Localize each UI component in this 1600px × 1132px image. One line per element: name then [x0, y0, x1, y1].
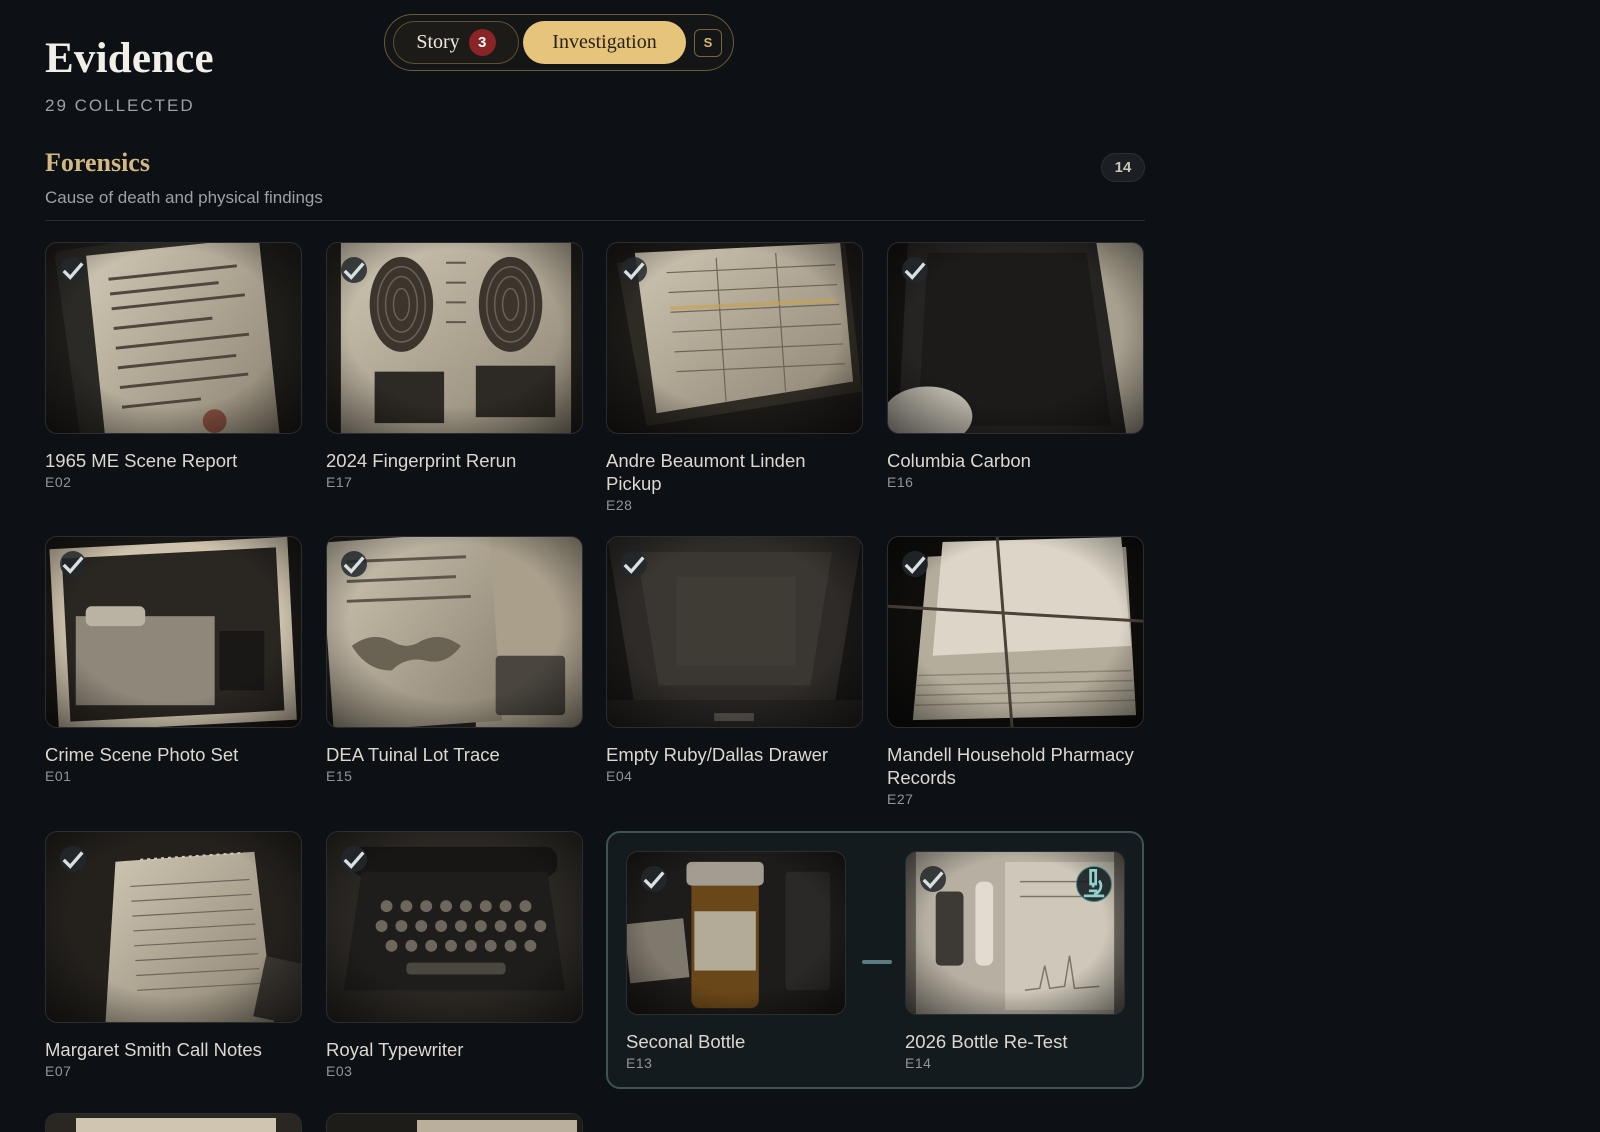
- card-title: Columbia Carbon: [887, 450, 1031, 471]
- collected-check-icon: [902, 257, 928, 283]
- card-title: 2026 Bottle Re-Test: [905, 1031, 1068, 1052]
- evidence-card-partial[interactable]: [45, 1113, 302, 1132]
- bedroom-photo-image: [45, 536, 302, 728]
- collected-check-icon: [341, 257, 367, 283]
- card-code: E27: [887, 791, 914, 807]
- collected-check-icon: [341, 551, 367, 577]
- card-title: Seconal Bottle: [626, 1031, 746, 1052]
- card-title: 2024 Fingerprint Rerun: [326, 450, 517, 471]
- card-title: 1965 ME Scene Report: [45, 450, 238, 471]
- card-code: E16: [887, 474, 914, 490]
- evidence-card[interactable]: DEA Tuinal Lot Trace E15: [326, 536, 583, 784]
- card-code: E28: [606, 497, 633, 513]
- section-count-badge: 14: [1101, 153, 1145, 182]
- report-image: [45, 242, 302, 434]
- collected-check-icon: [902, 551, 928, 577]
- card-code: E03: [326, 1063, 353, 1079]
- collected-check-icon: [641, 866, 667, 892]
- card-code: E07: [45, 1063, 72, 1079]
- notepad-image: [45, 831, 302, 1023]
- card-title: DEA Tuinal Lot Trace: [326, 744, 500, 765]
- card-code: E01: [45, 768, 72, 784]
- map-document-image: [326, 536, 583, 728]
- card-code: E14: [905, 1055, 932, 1071]
- card-code: E04: [606, 768, 633, 784]
- card-title: Crime Scene Photo Set: [45, 744, 239, 765]
- fingerprint-image: [326, 242, 583, 434]
- evidence-card[interactable]: Crime Scene Photo Set E01: [45, 536, 302, 784]
- evidence-card[interactable]: 2026 Bottle Re-Test E14: [905, 851, 1125, 1071]
- evidence-card[interactable]: Columbia Carbon E16: [887, 242, 1144, 490]
- collected-check-icon: [60, 846, 86, 872]
- evidence-card[interactable]: Margaret Smith Call Notes E07: [45, 831, 302, 1079]
- drawer-image: [606, 536, 863, 728]
- card-title: Margaret Smith Call Notes: [45, 1039, 262, 1060]
- pill-bottle-image: [626, 851, 846, 1015]
- section-description: Cause of death and physical findings: [45, 188, 323, 207]
- collected-check-icon: [60, 551, 86, 577]
- linked-evidence-pair[interactable]: Seconal Bottle E13 2026 Bottle Re-Test E…: [606, 831, 1144, 1089]
- collected-check-icon: [920, 866, 946, 892]
- card-code: E15: [326, 768, 353, 784]
- story-tab-label: Story: [416, 31, 460, 53]
- investigation-tab[interactable]: Investigation: [523, 21, 686, 64]
- carbon-paper-image: [887, 242, 1144, 434]
- evidence-card[interactable]: Seconal Bottle E13: [626, 851, 846, 1071]
- paper-bundle-image: [887, 536, 1144, 728]
- evidence-card[interactable]: Empty Ruby/Dallas Drawer E04: [606, 536, 863, 784]
- card-code: E02: [45, 474, 72, 490]
- mode-switch: Story 3 Investigation S: [384, 14, 734, 71]
- section-title: Forensics: [45, 148, 150, 177]
- typewriter-image: [326, 831, 583, 1023]
- card-title: Empty Ruby/Dallas Drawer: [606, 744, 829, 765]
- card-code: E17: [326, 474, 353, 490]
- story-notification-badge: 3: [468, 29, 496, 56]
- story-tab[interactable]: Story 3: [393, 21, 519, 64]
- card-title: Mandell Household Pharmacy Records: [887, 744, 1134, 788]
- evidence-card[interactable]: Andre Beaumont Linden Pickup E28: [606, 242, 863, 513]
- section-divider: [45, 220, 1145, 221]
- shortcut-key-hint: S: [694, 28, 722, 57]
- evidence-card[interactable]: 1965 ME Scene Report E02: [45, 242, 302, 490]
- collected-check-icon: [621, 257, 647, 283]
- collected-count: 29 COLLECTED: [45, 96, 195, 115]
- page-title: Evidence: [45, 35, 214, 82]
- evidence-card-partial[interactable]: [326, 1113, 583, 1132]
- card-code: E13: [626, 1055, 653, 1071]
- evidence-card[interactable]: Royal Typewriter E03: [326, 831, 583, 1079]
- link-connector: [862, 960, 892, 964]
- ledger-image: [606, 242, 863, 434]
- collected-check-icon: [341, 846, 367, 872]
- collected-check-icon: [621, 551, 647, 577]
- investigation-tab-label: Investigation: [552, 31, 657, 53]
- collected-check-icon: [60, 257, 86, 283]
- evidence-card[interactable]: Mandell Household Pharmacy Records E27: [887, 536, 1144, 807]
- card-title: Andre Beaumont Linden Pickup: [606, 450, 806, 494]
- card-title: Royal Typewriter: [326, 1039, 464, 1060]
- evidence-bag-image: [905, 851, 1125, 1015]
- evidence-card[interactable]: 2024 Fingerprint Rerun E17: [326, 242, 583, 490]
- microscope-icon[interactable]: [1076, 866, 1112, 902]
